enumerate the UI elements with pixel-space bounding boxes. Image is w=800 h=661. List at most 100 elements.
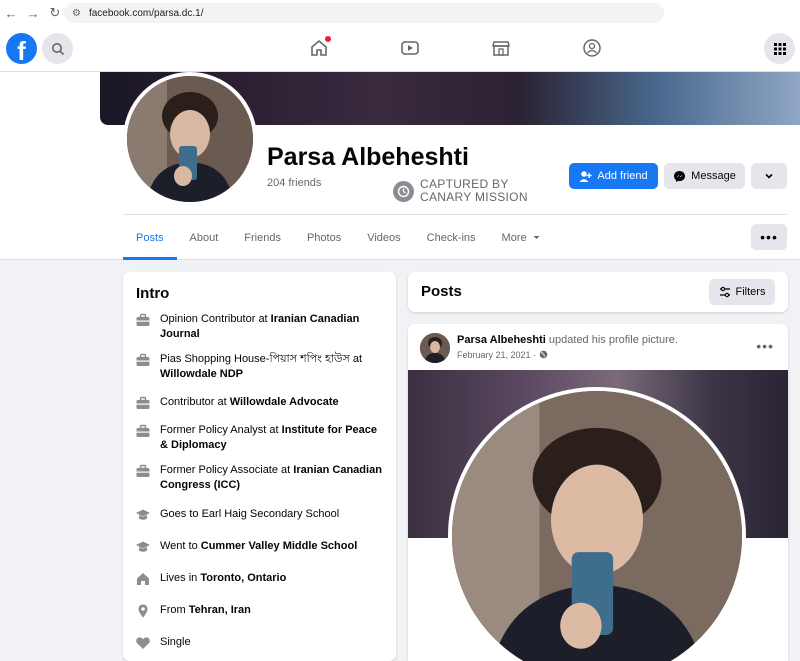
- globe-icon: [539, 350, 547, 359]
- intro-item: From Tehran, Iran: [135, 603, 385, 619]
- graduation-cap-icon: [135, 539, 151, 555]
- intro-item-text: Former Policy Associate at Iranian Canad…: [160, 463, 385, 493]
- tab-about[interactable]: About: [177, 215, 232, 260]
- intro-item-link[interactable]: Willowdale NDP: [160, 368, 243, 380]
- post-action-text: updated his profile picture.: [545, 334, 678, 346]
- add-friend-icon: [579, 170, 593, 182]
- tab-posts[interactable]: Posts: [123, 215, 177, 260]
- intro-item: Former Policy Analyst at Institute for P…: [135, 423, 385, 453]
- intro-item-text: Former Policy Analyst at Institute for P…: [160, 423, 385, 453]
- intro-item-prefix: Single: [160, 636, 191, 648]
- add-friend-button[interactable]: Add friend: [569, 163, 658, 189]
- home-nav[interactable]: [307, 36, 331, 60]
- tab-check-ins[interactable]: Check-ins: [414, 215, 489, 260]
- intro-item-text: Went to Cummer Valley Middle School: [160, 539, 357, 554]
- location-pin-icon: [135, 603, 151, 619]
- canary-seal-icon: [393, 181, 414, 202]
- intro-item-link[interactable]: Cummer Valley Middle School: [201, 540, 358, 552]
- intro-item-text: From Tehran, Iran: [160, 603, 251, 618]
- tab-more-label: More: [501, 231, 527, 244]
- heart-icon: [135, 635, 151, 651]
- watch-icon: [401, 41, 419, 55]
- intro-item-prefix: Went to: [160, 540, 201, 552]
- search-button[interactable]: [42, 33, 73, 64]
- profile-more-button[interactable]: •••: [751, 224, 787, 250]
- watch-nav[interactable]: [398, 36, 422, 60]
- intro-item-text: Goes to Earl Haig Secondary School: [160, 507, 339, 522]
- briefcase-icon: [135, 312, 151, 328]
- tab-friends[interactable]: Friends: [231, 215, 294, 260]
- post-date-text: February 21, 2021 ·: [457, 350, 539, 360]
- notification-dot: [325, 36, 331, 42]
- chevron-down-icon: [765, 173, 773, 179]
- intro-item-text: Single: [160, 635, 191, 650]
- post-header-text: Parsa Albeheshti updated his profile pic…: [457, 334, 678, 346]
- profile-picture[interactable]: [123, 72, 257, 206]
- profile-header: Parsa Albeheshti 204 friends CAPTURED BY…: [0, 72, 800, 260]
- intro-item-prefix: Former Policy Associate at: [160, 464, 294, 476]
- profile-picture-large: [448, 387, 746, 661]
- intro-item-link[interactable]: Toronto, Ontario: [200, 572, 286, 584]
- intro-item-prefix: Former Policy Analyst at: [160, 424, 282, 436]
- post-date[interactable]: February 21, 2021 ·: [457, 350, 548, 360]
- marketplace-nav[interactable]: [489, 36, 513, 60]
- intro-item-link[interactable]: Tehran, Iran: [189, 604, 251, 616]
- post-options-ellipsis-icon[interactable]: •••: [756, 338, 774, 354]
- intro-item-prefix: Goes to Earl Haig Secondary School: [160, 508, 340, 520]
- intro-item-prefix: Lives in: [160, 572, 201, 584]
- message-label: Message: [691, 170, 736, 182]
- messenger-icon: [674, 170, 686, 182]
- caret-down-icon: [533, 236, 540, 239]
- filters-button[interactable]: Filters: [709, 279, 775, 305]
- post-image[interactable]: [408, 370, 788, 661]
- canary-mission-stamp: CAPTURED BY CANARY MISSION: [393, 178, 528, 204]
- facebook-top-nav: f: [0, 26, 800, 72]
- briefcase-icon: [135, 352, 151, 368]
- post-card: Parsa Albeheshti updated his profile pic…: [408, 324, 788, 661]
- message-button[interactable]: Message: [664, 163, 745, 189]
- briefcase-icon: [135, 395, 151, 411]
- posts-title: Posts: [421, 283, 462, 300]
- profile-name: Parsa Albeheshti: [267, 143, 469, 171]
- browser-toolbar: ← → ↻ ⚙ facebook.com/parsa.dc.1/: [0, 0, 800, 26]
- back-arrow-icon[interactable]: ←: [0, 6, 22, 21]
- intro-item: Contributor at Willowdale Advocate: [135, 395, 385, 411]
- facebook-logo[interactable]: f: [6, 33, 37, 64]
- intro-item-text: Lives in Toronto, Ontario: [160, 571, 286, 586]
- posts-header-card: Posts Filters: [408, 272, 788, 312]
- graduation-cap-icon: [135, 507, 151, 523]
- briefcase-icon: [135, 423, 151, 439]
- house-icon: [135, 571, 151, 587]
- intro-item: Went to Cummer Valley Middle School: [135, 539, 385, 555]
- intro-title: Intro: [136, 285, 170, 302]
- intro-card: Intro Opinion Contributor at Iranian Can…: [123, 272, 396, 661]
- post-author-name[interactable]: Parsa Albeheshti: [457, 334, 546, 346]
- menu-button[interactable]: [764, 33, 795, 64]
- tab-photos[interactable]: Photos: [294, 215, 354, 260]
- profile-tabs: Posts About Friends Photos Videos Check-…: [123, 215, 554, 260]
- intro-item-text: Pias Shopping House-পিয়াস শপিং হাউস at …: [160, 352, 385, 382]
- filters-icon: [719, 286, 730, 298]
- intro-item-link[interactable]: Willowdale Advocate: [230, 396, 339, 408]
- add-friend-label: Add friend: [597, 170, 648, 182]
- intro-item: Pias Shopping House-পিয়াস শপিং হাউস at …: [135, 352, 385, 382]
- intro-item: Lives in Toronto, Ontario: [135, 571, 385, 587]
- site-settings-icon[interactable]: ⚙: [72, 8, 81, 19]
- reload-icon[interactable]: ↻: [44, 5, 66, 21]
- tab-more[interactable]: More: [489, 215, 554, 260]
- stamp-line2: CANARY MISSION: [420, 190, 528, 204]
- post-author-avatar[interactable]: [420, 333, 450, 363]
- address-bar[interactable]: ⚙ facebook.com/parsa.dc.1/: [64, 3, 664, 23]
- groups-nav[interactable]: [580, 36, 604, 60]
- friends-count[interactable]: 204 friends: [267, 177, 321, 189]
- more-options-dropdown[interactable]: [751, 163, 787, 189]
- intro-item: Goes to Earl Haig Secondary School: [135, 507, 385, 523]
- intro-item-prefix: Contributor at: [160, 396, 230, 408]
- forward-arrow-icon[interactable]: →: [22, 6, 44, 21]
- intro-item-text: Opinion Contributor at Iranian Canadian …: [160, 312, 385, 342]
- intro-item-prefix: Opinion Contributor at: [160, 313, 271, 325]
- marketplace-icon: [492, 41, 510, 56]
- tab-videos[interactable]: Videos: [354, 215, 413, 260]
- intro-item: Opinion Contributor at Iranian Canadian …: [135, 312, 385, 342]
- intro-item-prefix: Pias Shopping House-পিয়াস শপিং হাউস at: [160, 353, 363, 365]
